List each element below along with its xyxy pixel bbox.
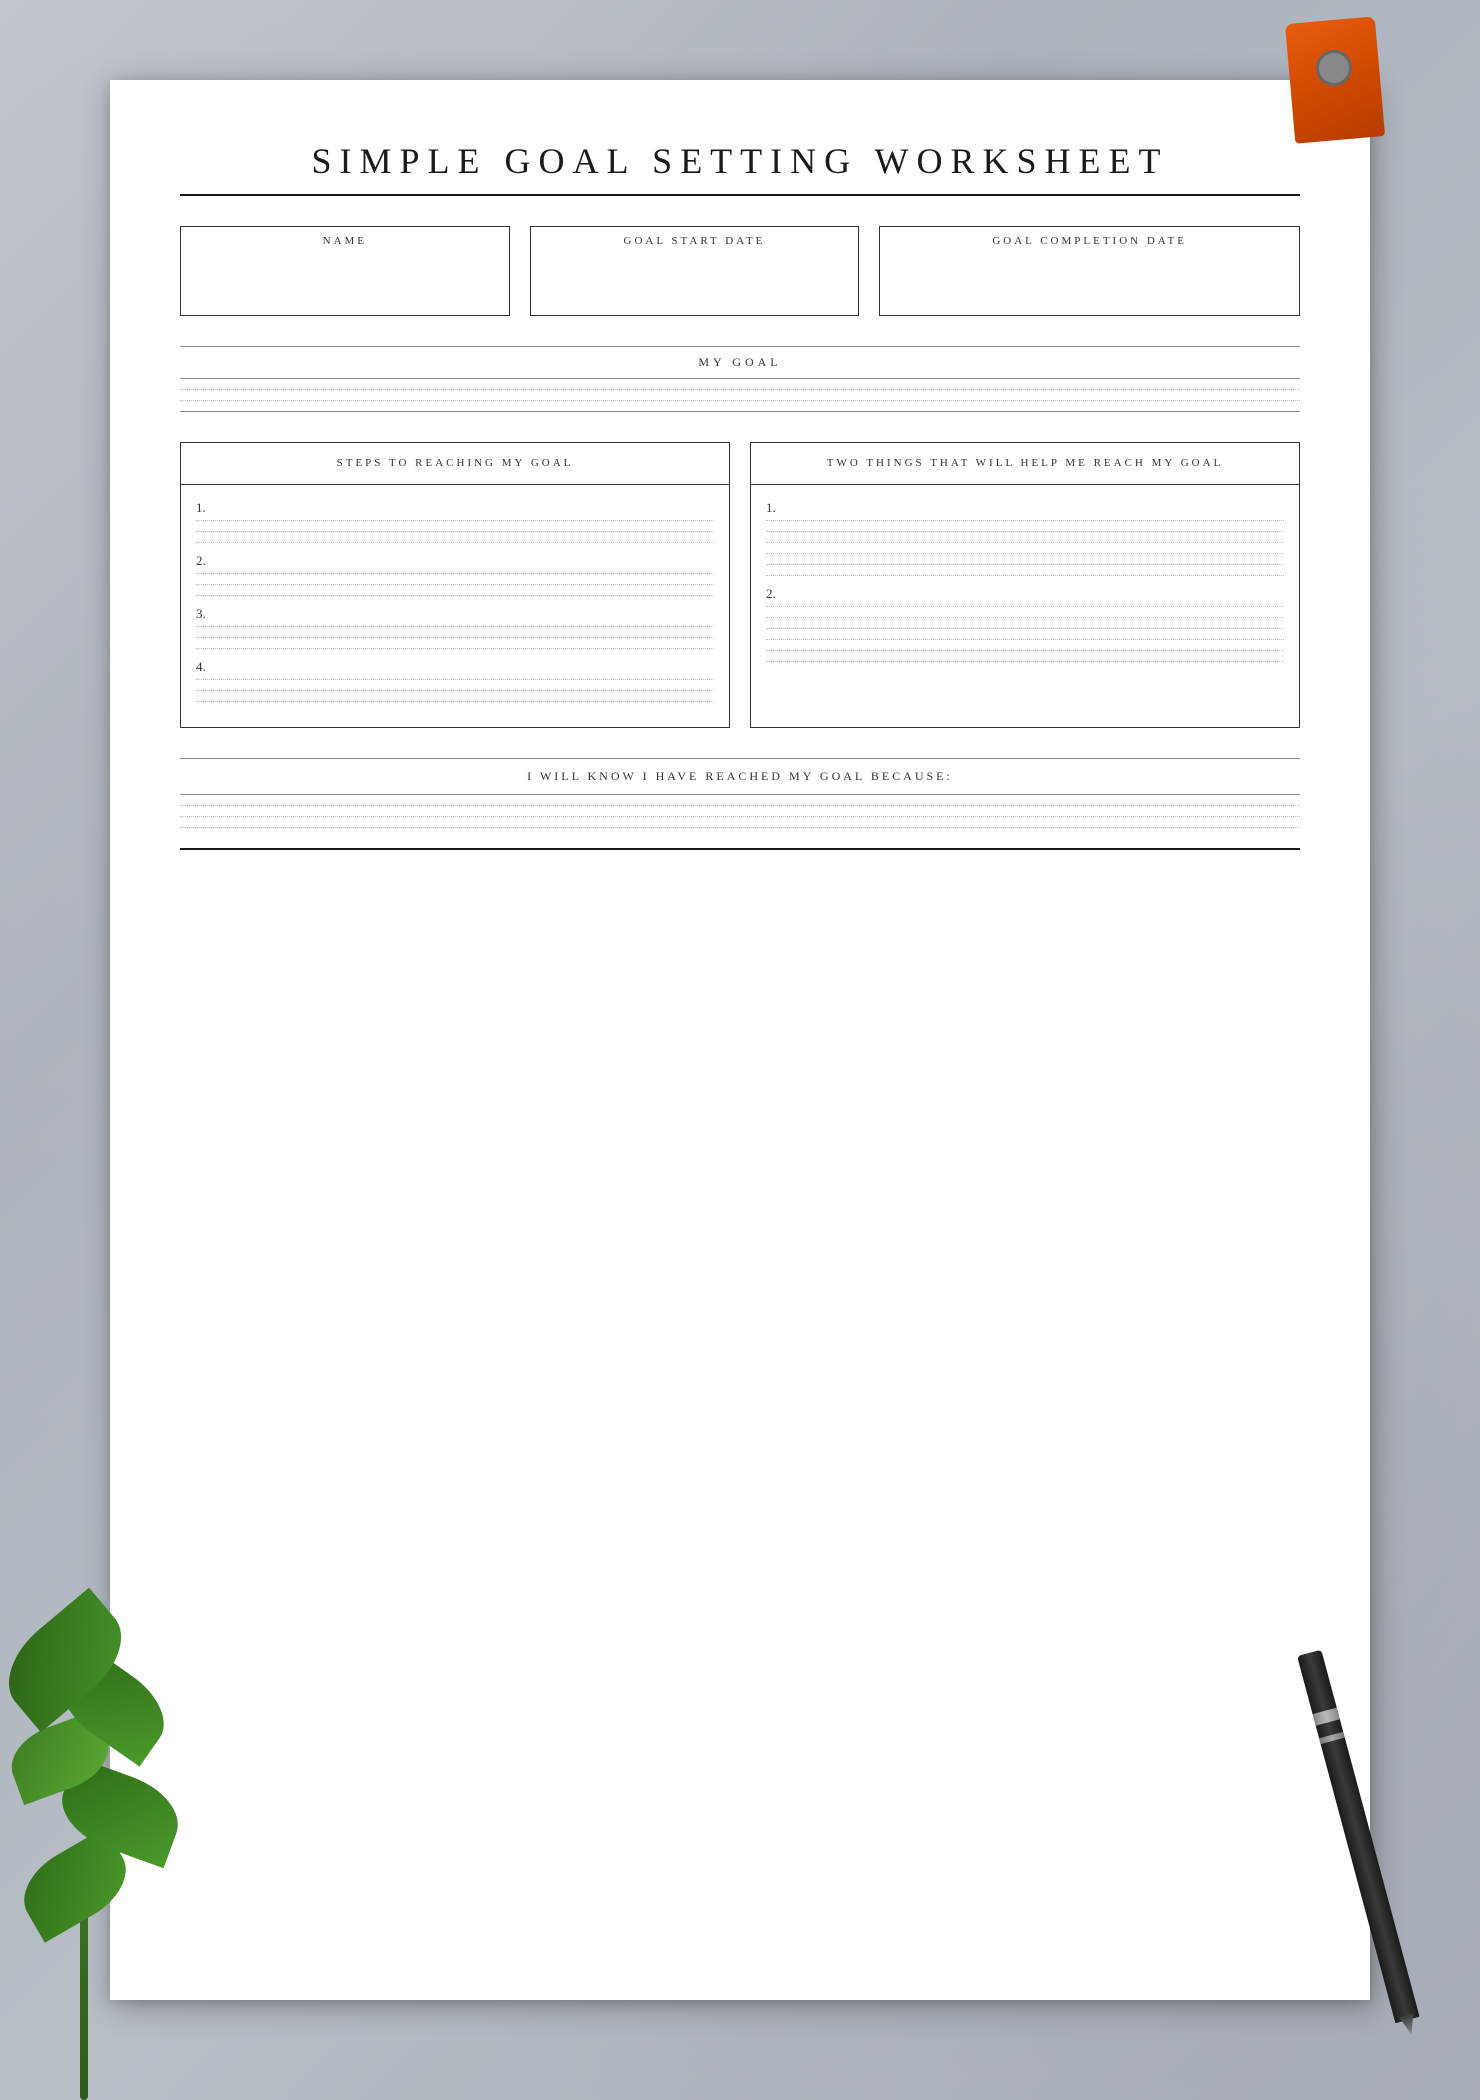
thing-label-1: 1. xyxy=(766,500,1284,516)
thing-2-line-1 xyxy=(766,606,1284,607)
thing-2-line-3 xyxy=(766,628,1284,629)
thing-1-line-3 xyxy=(766,542,1284,543)
thing-item-1: 1. xyxy=(766,500,1284,576)
my-goal-header: MY GOAL xyxy=(180,346,1300,379)
plant-decoration xyxy=(0,1650,220,2100)
step-1-line-2 xyxy=(196,531,714,532)
steps-box: STEPS TO REACHING MY GOAL 1. 2. 3. xyxy=(180,442,730,728)
bottom-section: I WILL KNOW I HAVE REACHED MY GOAL BECAU… xyxy=(180,758,1300,850)
goal-start-label: GOAL START DATE xyxy=(543,235,847,247)
step-label-3: 3. xyxy=(196,606,714,622)
bottom-header: I WILL KNOW I HAVE REACHED MY GOAL BECAU… xyxy=(180,759,1300,795)
bottom-lines xyxy=(180,805,1300,848)
step-4-line-2 xyxy=(196,690,714,691)
thing-1-line-2 xyxy=(766,531,1284,532)
bottom-line-3 xyxy=(180,827,1300,828)
thing-1-line-1 xyxy=(766,520,1284,521)
thing-2-line-4 xyxy=(766,639,1284,640)
plant-stem xyxy=(80,1900,88,2100)
thing-label-2: 2. xyxy=(766,586,1284,602)
thing-1-line-5 xyxy=(766,564,1284,565)
my-goal-line-2 xyxy=(180,400,1300,401)
my-goal-line-1 xyxy=(180,389,1300,390)
step-4-line-1 xyxy=(196,679,714,680)
step-3-line-2 xyxy=(196,637,714,638)
thing-item-2: 2. xyxy=(766,586,1284,662)
thing-2-line-2 xyxy=(766,617,1284,618)
step-item-4: 4. xyxy=(196,659,714,702)
steps-body: 1. 2. 3. 4. xyxy=(181,485,729,727)
step-4-line-3 xyxy=(196,701,714,702)
info-boxes-row: NAME GOAL START DATE GOAL COMPLETION DAT… xyxy=(180,226,1300,316)
step-2-line-3 xyxy=(196,595,714,596)
step-1-line-3 xyxy=(196,542,714,543)
step-item-2: 2. xyxy=(196,553,714,596)
name-box[interactable]: NAME xyxy=(180,226,510,316)
step-label-1: 1. xyxy=(196,500,714,516)
step-label-4: 4. xyxy=(196,659,714,675)
thing-1-line-4 xyxy=(766,553,1284,554)
two-things-body: 1. 2. xyxy=(751,485,1299,687)
name-label: NAME xyxy=(193,235,497,247)
pen-band-2 xyxy=(1319,1732,1345,1744)
sharpener-decoration xyxy=(1285,16,1385,143)
my-goal-end-line xyxy=(180,411,1300,412)
worksheet-paper: SIMPLE GOAL SETTING WORKSHEET NAME GOAL … xyxy=(110,80,1370,2000)
two-column-section: STEPS TO REACHING MY GOAL 1. 2. 3. xyxy=(180,442,1300,728)
step-3-line-1 xyxy=(196,626,714,627)
two-things-header: TWO THINGS THAT WILL HELP ME REACH MY GO… xyxy=(751,443,1299,485)
step-2-line-2 xyxy=(196,584,714,585)
step-2-line-1 xyxy=(196,573,714,574)
goal-completion-label: GOAL COMPLETION DATE xyxy=(892,235,1287,247)
my-goal-section: MY GOAL xyxy=(180,346,1300,412)
step-item-1: 1. xyxy=(196,500,714,543)
two-things-box: TWO THINGS THAT WILL HELP ME REACH MY GO… xyxy=(750,442,1300,728)
pen-band-1 xyxy=(1313,1708,1340,1726)
thing-1-line-6 xyxy=(766,575,1284,576)
step-1-line-1 xyxy=(196,520,714,521)
goal-start-box[interactable]: GOAL START DATE xyxy=(530,226,860,316)
thing-2-line-6 xyxy=(766,661,1284,662)
thing-2-line-5 xyxy=(766,650,1284,651)
worksheet-title: SIMPLE GOAL SETTING WORKSHEET xyxy=(180,140,1300,182)
steps-header: STEPS TO REACHING MY GOAL xyxy=(181,443,729,485)
bottom-line-1 xyxy=(180,805,1300,806)
step-item-3: 3. xyxy=(196,606,714,649)
step-label-2: 2. xyxy=(196,553,714,569)
title-divider xyxy=(180,194,1300,196)
step-3-line-3 xyxy=(196,648,714,649)
bottom-line-2 xyxy=(180,816,1300,817)
goal-completion-box[interactable]: GOAL COMPLETION DATE xyxy=(879,226,1300,316)
